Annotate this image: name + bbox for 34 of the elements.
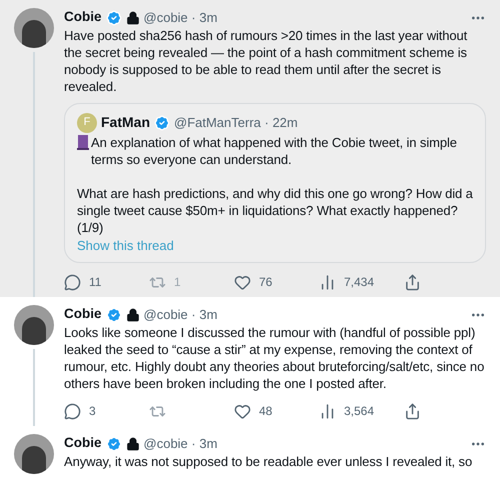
- share-icon[interactable]: [404, 274, 421, 290]
- stat-count: 76: [259, 274, 272, 291]
- author-name[interactable]: Cobie: [64, 433, 102, 454]
- stat-count: 1: [174, 274, 181, 291]
- speech-bubble-icon[interactable]: [64, 274, 81, 290]
- stat-count: 7,434: [344, 274, 374, 291]
- quoted-tweet-text: What are hash predictions, and why did this one go wrong? How did a single tweet cause $50m+ in liquidations? What exactly happened? (1/9): [77, 185, 473, 236]
- tweet-text: Have posted sha256 hash of rumours >20 times in the last year without the secret being revealed — the point of a hash commitment scheme is nobody is supposed to be able to read them until after the secret is revealed.: [64, 27, 468, 95]
- bar-chart-icon[interactable]: [319, 274, 336, 290]
- quoted-tweet-text: An explanation of what happened with the Cobie tweet, in simple terms so everyone can understand.: [91, 134, 458, 168]
- author-name[interactable]: Cobie: [64, 304, 102, 325]
- tweet-text: Anyway, it was not supposed to be readable ever unless I revealed it, so: [64, 453, 474, 470]
- author-name[interactable]: Cobie: [64, 7, 102, 28]
- tweet-text: Looks like someone I discussed the rumour with (handful of possible ppl) leaked the seed to “cause a stir” at my expense, removing the context of rumour, etc. Highly doubt any theories about bruteforcing/salt/etc, since no others have been broken including the one I posted after.: [64, 324, 486, 392]
- stat-count: 11: [89, 274, 102, 291]
- handle-time: @cobie · 3m: [144, 8, 218, 27]
- share-icon[interactable]: [404, 402, 421, 420]
- avatar[interactable]: [14, 305, 54, 345]
- stat-count: 3,564: [344, 403, 374, 420]
- handle-time: @cobie · 3m: [144, 434, 218, 453]
- quoted-handle-time: @FatManTerra · 22m: [174, 114, 298, 132]
- speech-bubble-icon[interactable]: [64, 402, 81, 420]
- heart-icon[interactable]: [234, 274, 251, 290]
- stat-count: 48: [259, 403, 272, 420]
- quoted-tweet-card[interactable]: [64, 103, 486, 263]
- avatar[interactable]: [14, 434, 54, 474]
- avatar[interactable]: [14, 8, 54, 48]
- heart-icon[interactable]: [234, 402, 251, 420]
- bar-chart-icon[interactable]: [319, 402, 336, 420]
- quoted-author-name: FatMan: [101, 113, 150, 132]
- handle-time: @cobie · 3m: [144, 306, 218, 324]
- book-icon: [77, 135, 89, 150]
- stat-count: 3: [89, 403, 96, 420]
- quoted-avatar: F: [77, 112, 97, 132]
